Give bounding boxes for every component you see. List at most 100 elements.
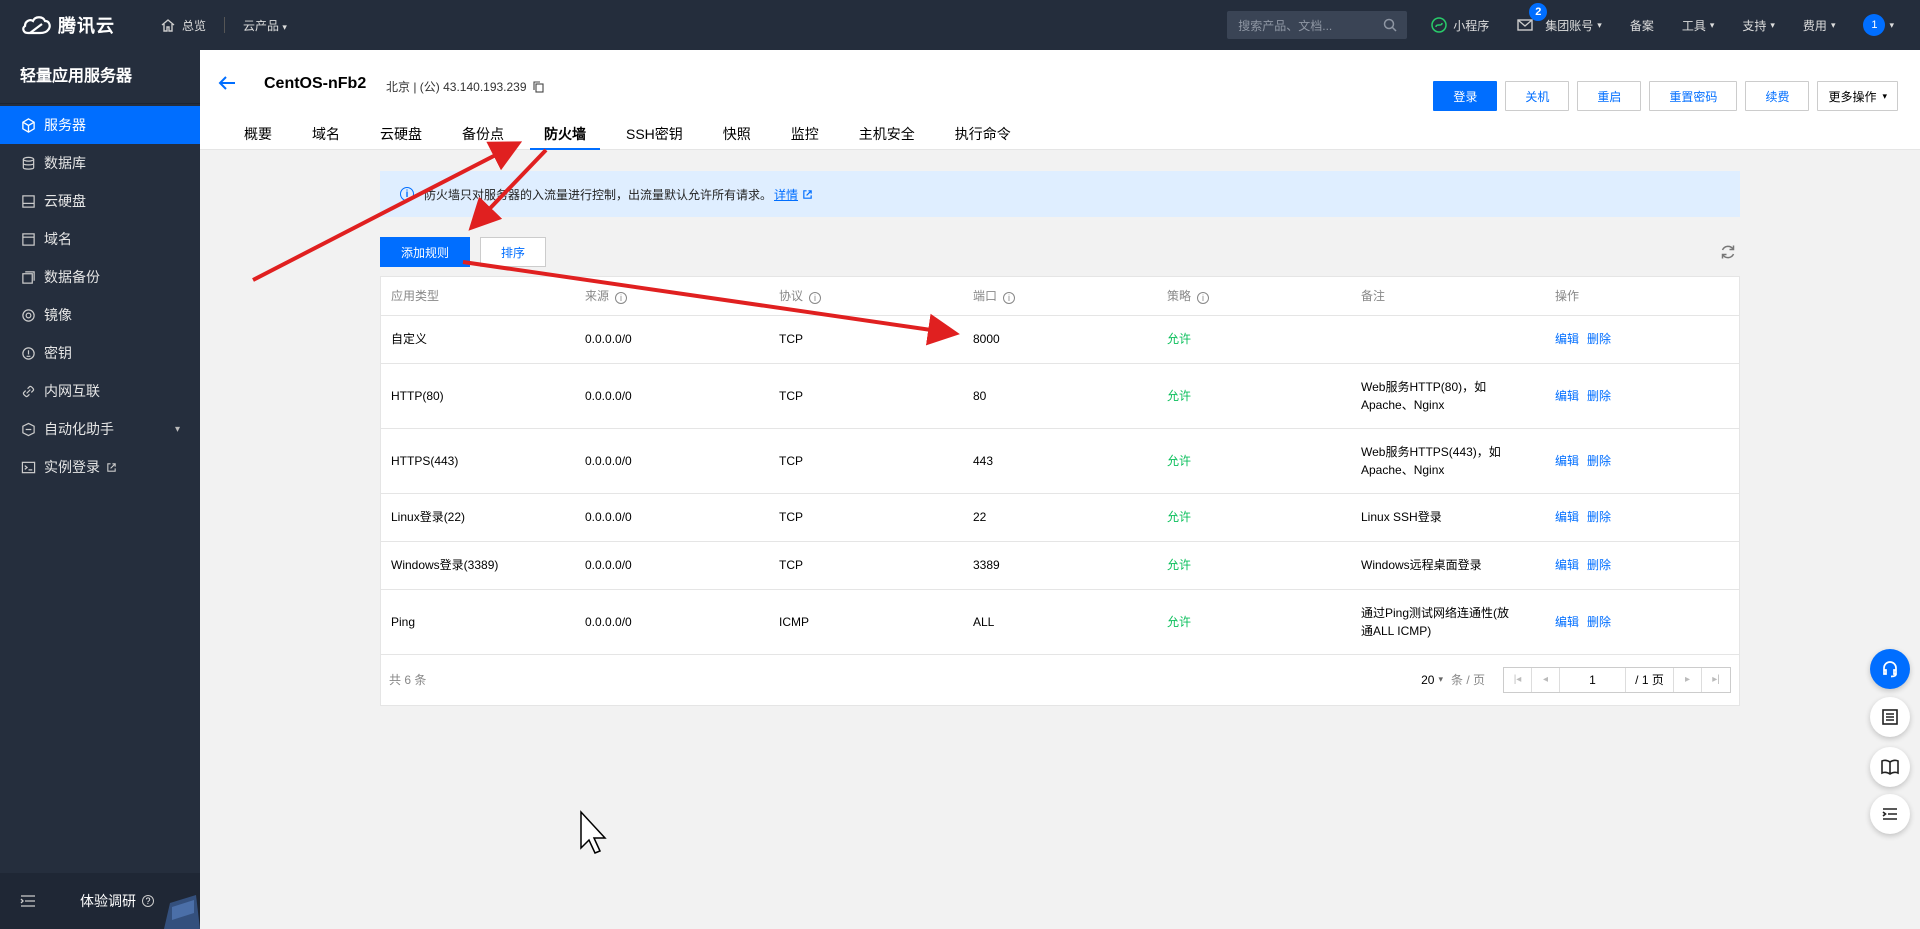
info-icon[interactable]: i	[809, 292, 822, 305]
tab-monitor[interactable]: 监控	[777, 124, 833, 150]
tab-ssh-key[interactable]: SSH密钥	[612, 124, 697, 150]
reset-password-button[interactable]: 重置密码	[1649, 81, 1738, 111]
outline-button[interactable]	[1870, 794, 1910, 834]
group-account-menu[interactable]: 集团账号 ▾	[1545, 17, 1602, 34]
table-row: HTTP(80) 0.0.0.0/0 TCP 80 允许 Web服务HTTP(8…	[381, 363, 1739, 429]
tab-run-command[interactable]: 执行命令	[941, 124, 1025, 150]
guide-book-button[interactable]	[1870, 747, 1910, 787]
menu-collapse-icon[interactable]	[20, 894, 36, 908]
sidebar-item-database[interactable]: 数据库	[0, 144, 200, 182]
sort-button[interactable]: 排序	[480, 237, 547, 267]
column-header-label: 来源	[585, 289, 610, 304]
brand-name: 腾讯云	[58, 16, 115, 36]
shutdown-button[interactable]: 关机	[1505, 81, 1570, 111]
sidebar-item-key[interactable]: 密钥	[0, 334, 200, 372]
beian-link[interactable]: 备案	[1630, 17, 1654, 34]
tab-domain[interactable]: 域名	[298, 124, 354, 150]
support-menu[interactable]: 支持 ▾	[1742, 17, 1775, 34]
tab-cloud-disk[interactable]: 云硬盘	[366, 124, 436, 150]
table-header-row: 应用类型 来源 i 协议 i 端口 i 策略 i 备注 操作	[381, 277, 1739, 316]
automation-icon	[20, 421, 36, 437]
edit-link[interactable]: 编辑	[1555, 454, 1579, 468]
tencent-cloud-logo[interactable]: 腾讯云	[20, 12, 140, 38]
first-page-icon[interactable]: |◂	[1504, 667, 1532, 692]
prev-page-icon[interactable]: ◂	[1532, 667, 1560, 692]
delete-link[interactable]: 删除	[1587, 332, 1611, 346]
sidebar-item-domain[interactable]: 域名	[0, 220, 200, 258]
last-page-icon[interactable]: ▸|	[1702, 668, 1730, 692]
home-icon	[161, 19, 175, 32]
renew-button[interactable]: 续费	[1745, 81, 1810, 111]
info-icon[interactable]: i	[615, 292, 628, 305]
page-size-value: 20	[1421, 672, 1435, 687]
miniprogram-link[interactable]: 小程序	[1431, 17, 1489, 34]
info-icon[interactable]: i	[1197, 292, 1210, 305]
edit-link[interactable]: 编辑	[1555, 558, 1579, 572]
edit-link[interactable]: 编辑	[1555, 510, 1579, 524]
delete-link[interactable]: 删除	[1587, 615, 1611, 629]
column-header-actions: 操作	[1545, 277, 1739, 316]
details-link[interactable]: 详情	[774, 186, 798, 203]
delete-link[interactable]: 删除	[1587, 389, 1611, 403]
document-list-button[interactable]	[1870, 697, 1910, 737]
page-size-select[interactable]: 20 ▾ 条 / 页	[1421, 671, 1485, 688]
sidebar-item-instance-login[interactable]: 实例登录	[0, 448, 200, 486]
message-button[interactable]: 2	[1517, 3, 1548, 31]
user-menu[interactable]: 1 ▾	[1863, 14, 1894, 36]
sidebar-item-intranet[interactable]: 内网互联	[0, 372, 200, 410]
delete-link[interactable]: 删除	[1587, 510, 1611, 524]
sidebar-item-cloud-disk[interactable]: 云硬盘	[0, 182, 200, 220]
image-icon	[20, 307, 36, 323]
sidebar-item-servers[interactable]: 服务器	[0, 106, 200, 144]
rule-protocol: TCP	[769, 541, 963, 590]
edit-link[interactable]: 编辑	[1555, 389, 1579, 403]
info-icon[interactable]: i	[1003, 292, 1016, 305]
refresh-icon[interactable]	[1719, 243, 1737, 261]
search-input[interactable]: 搜索产品、文档...	[1227, 11, 1408, 39]
tab-backup[interactable]: 备份点	[448, 124, 518, 150]
tab-overview[interactable]: 概要	[230, 124, 286, 150]
cloud-products-menu[interactable]: 云产品 ▾	[243, 17, 287, 34]
sidebar-item-backup[interactable]: 数据备份	[0, 258, 200, 296]
rule-actions: 编辑 删除	[1545, 589, 1739, 655]
restart-button[interactable]: 重启	[1577, 81, 1642, 111]
tools-menu[interactable]: 工具 ▾	[1682, 17, 1715, 34]
tab-snapshot[interactable]: 快照	[709, 124, 765, 150]
back-arrow-icon[interactable]	[218, 74, 236, 97]
copy-icon[interactable]	[532, 80, 544, 93]
rule-protocol: ICMP	[769, 589, 963, 655]
sidebar-item-automation[interactable]: 自动化助手 ▾	[0, 410, 200, 448]
customer-service-button[interactable]	[1870, 649, 1910, 689]
tab-host-security[interactable]: 主机安全	[845, 124, 929, 150]
rule-port: 3389	[963, 541, 1157, 590]
edit-link[interactable]: 编辑	[1555, 615, 1579, 629]
next-page-icon[interactable]: ▸	[1674, 667, 1702, 692]
tab-firewall[interactable]: 防火墙	[530, 124, 600, 150]
sidebar-item-image[interactable]: 镜像	[0, 296, 200, 334]
page-navigator: |◂ ◂ 1 / 1 页 ▸ ▸|	[1503, 666, 1731, 693]
rule-source: 0.0.0.0/0	[575, 363, 769, 429]
rule-note: Linux SSH登录	[1351, 493, 1545, 542]
cube-icon	[20, 117, 36, 133]
edit-link[interactable]: 编辑	[1555, 332, 1579, 346]
sidebar-item-label: 镜像	[44, 307, 72, 323]
rule-policy: 允许	[1157, 363, 1351, 429]
rule-note: Web服务HTTP(80)，如Apache、Nginx	[1351, 363, 1545, 429]
more-actions-button[interactable]: 更多操作 ▾	[1817, 81, 1898, 111]
delete-link[interactable]: 删除	[1587, 454, 1611, 468]
page-number-input[interactable]: 1	[1560, 667, 1626, 692]
rule-actions: 编辑 删除	[1545, 363, 1739, 429]
login-button[interactable]: 登录	[1433, 81, 1498, 111]
sidebar-footer: 体验调研 ?	[0, 873, 200, 929]
overview-link[interactable]: 总览	[160, 17, 206, 34]
network-icon	[20, 383, 36, 399]
search-icon	[1384, 18, 1397, 32]
billing-menu[interactable]: 费用 ▾	[1803, 17, 1836, 34]
beian-label: 备案	[1629, 18, 1654, 33]
survey-link[interactable]: 体验调研	[80, 891, 136, 911]
delete-link[interactable]: 删除	[1587, 558, 1611, 572]
notice-text: 防火墙只对服务器的入流量进行控制，出流量默认允许所有请求。	[424, 187, 773, 202]
rule-source: 0.0.0.0/0	[575, 315, 769, 364]
add-rule-button[interactable]: 添加规则	[380, 237, 471, 267]
rule-policy: 允许	[1157, 541, 1351, 590]
